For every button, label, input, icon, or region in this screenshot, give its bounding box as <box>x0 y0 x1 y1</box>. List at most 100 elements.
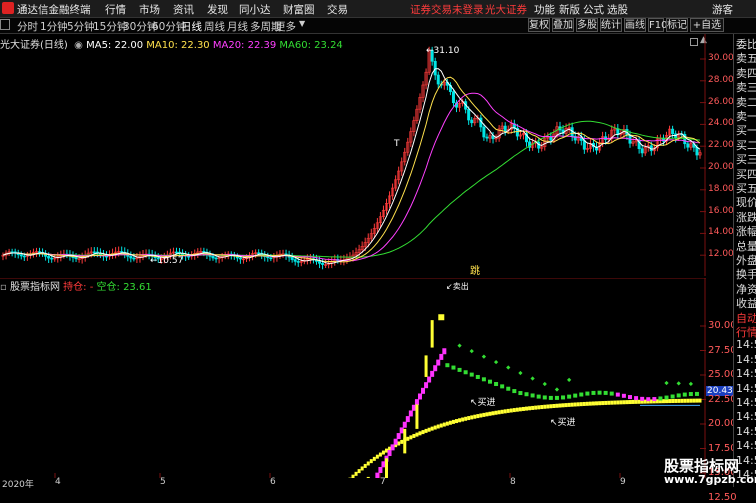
ma10-line <box>3 77 700 262</box>
candle-body <box>47 256 49 258</box>
menu-item-xinban[interactable]: 新版 <box>559 2 580 17</box>
yellow-step <box>409 435 412 439</box>
tab-monthly[interactable]: 月线 <box>227 19 248 34</box>
candle-body <box>50 258 52 259</box>
peak-marker <box>438 314 444 320</box>
yellow-step <box>467 416 470 420</box>
tongji-button[interactable]: 统计 <box>600 18 622 32</box>
green-block <box>665 396 669 400</box>
menu-item-zixun[interactable]: 资讯 <box>173 2 194 17</box>
yellow-step <box>482 413 485 417</box>
biaoji-button[interactable]: 标记 <box>666 18 688 32</box>
yellow-step <box>635 400 638 404</box>
menu-item-xuangu[interactable]: 选股 <box>607 2 628 17</box>
huaxian-button[interactable]: 画线 <box>624 18 646 32</box>
green-diamond <box>567 378 571 382</box>
user-guest[interactable]: 游客 <box>712 2 733 17</box>
indicator-panel[interactable]: ▫ 股票指标网 持仓: - 空仓: 23.61 ↖买进 ↖买进 ↙卖出 <box>0 278 706 478</box>
green-block <box>579 393 583 397</box>
add-watchlist-button[interactable]: +自选 <box>690 18 724 32</box>
menu-bar: 通达信金融终端 行情 市场 资讯 发现 同小达 财富圈 交易 证券交易未登录 光… <box>0 0 756 18</box>
green-block <box>671 395 675 399</box>
quote-side-panel[interactable]: 委比卖五卖四卖三卖二卖一买一买二买三买四买五现价涨跌涨幅总量外盘换手净资收益自动… <box>733 34 756 487</box>
tab-fenshi[interactable]: 分时 <box>17 19 38 34</box>
magenta-block <box>442 348 446 354</box>
green-diamond <box>543 382 547 386</box>
ma5-line <box>3 69 700 264</box>
tab-more[interactable]: 更多 <box>275 19 296 34</box>
broker-name[interactable]: 光大证券 <box>485 2 527 17</box>
yellow-step <box>519 407 522 411</box>
green-block <box>537 395 541 399</box>
yellow-step <box>665 399 668 403</box>
buy-signal-1: ↖买进 <box>470 395 496 408</box>
yellow-step <box>568 403 571 407</box>
yellow-step <box>352 475 355 478</box>
green-diamond <box>518 371 522 375</box>
yellow-step <box>510 408 513 412</box>
panel-toggle-icon[interactable] <box>0 19 10 30</box>
tab-1min[interactable]: 1分钟 <box>40 19 68 34</box>
yellow-step <box>555 404 558 408</box>
period-toolbar: 分时 1分钟 5分钟 15分钟 30分钟 60分钟 日线 周线 月线 多周期 更… <box>0 18 756 34</box>
menu-item-gongneng[interactable]: 功能 <box>534 2 555 17</box>
green-block <box>695 392 699 396</box>
price-tick-5: 20.00 <box>708 162 734 172</box>
menu-item-shichang[interactable]: 市场 <box>139 2 160 17</box>
candle-body <box>294 260 296 262</box>
yellow-step <box>531 406 534 410</box>
yellow-step <box>577 402 580 406</box>
yellow-step <box>598 401 601 405</box>
candle-body <box>291 257 293 259</box>
tab-weekly[interactable]: 周线 <box>204 19 225 34</box>
candle-body <box>671 129 673 134</box>
green-diamond <box>689 382 693 386</box>
yellow-step <box>449 421 452 425</box>
price-y-axis: 30.0028.0026.0024.0022.0020.0018.0016.00… <box>706 34 732 276</box>
yellow-step <box>534 406 537 410</box>
green-block <box>451 366 455 370</box>
price-tick-8: 14.00 <box>708 227 734 237</box>
magenta-block <box>412 405 416 411</box>
green-block <box>604 391 608 395</box>
date-label-5: 8 <box>510 477 516 487</box>
candle-body <box>175 252 177 253</box>
menu-item-gongshi[interactable]: 公式 <box>583 2 604 17</box>
fuquan-button[interactable]: 复权 <box>528 18 550 32</box>
f10-button[interactable]: F10 <box>648 18 664 32</box>
diejia-button[interactable]: 叠加 <box>552 18 574 32</box>
buy-signal-1-text: 买进 <box>478 398 496 408</box>
login-notice[interactable]: 证券交易未登录 <box>410 2 484 17</box>
tab-5min[interactable]: 5分钟 <box>67 19 95 34</box>
candle-body <box>257 253 259 254</box>
more-chevron-down-icon[interactable]: ▼ <box>299 19 305 28</box>
t-marker: T <box>394 139 400 149</box>
menu-item-jiaoyi[interactable]: 交易 <box>327 2 348 17</box>
candle-body <box>641 149 643 153</box>
yellow-bar <box>431 320 434 347</box>
green-diamond <box>664 381 668 385</box>
duogu-button[interactable]: 多股 <box>576 18 598 32</box>
magenta-block <box>418 393 422 399</box>
menu-item-caifuquan[interactable]: 财富圈 <box>283 2 315 17</box>
yellow-step <box>443 423 446 427</box>
green-diamond <box>457 343 461 347</box>
magenta-block <box>406 416 410 422</box>
yellow-step <box>361 466 364 470</box>
menu-item-hangqing[interactable]: 行情 <box>105 2 126 17</box>
yellow-step <box>495 411 498 415</box>
high-price-value: 31.10 <box>434 46 460 56</box>
green-diamond <box>506 365 510 369</box>
candle-body <box>239 258 241 259</box>
green-block <box>555 396 559 400</box>
menu-item-wenxiaoda[interactable]: 同小达 <box>239 2 271 17</box>
green-block <box>573 394 577 398</box>
yellow-step <box>607 401 610 405</box>
date-label-1: 4 <box>55 477 61 487</box>
price-chart-panel[interactable]: 光大证券(日线) ◉ MA5: 22.00 MA10: 22.30 MA20: … <box>0 34 706 276</box>
yellow-step <box>455 419 458 423</box>
tab-daily[interactable]: 日线 <box>181 19 202 34</box>
menu-item-faxian[interactable]: 发现 <box>207 2 228 17</box>
green-block <box>561 395 565 399</box>
candle-body <box>434 61 436 75</box>
